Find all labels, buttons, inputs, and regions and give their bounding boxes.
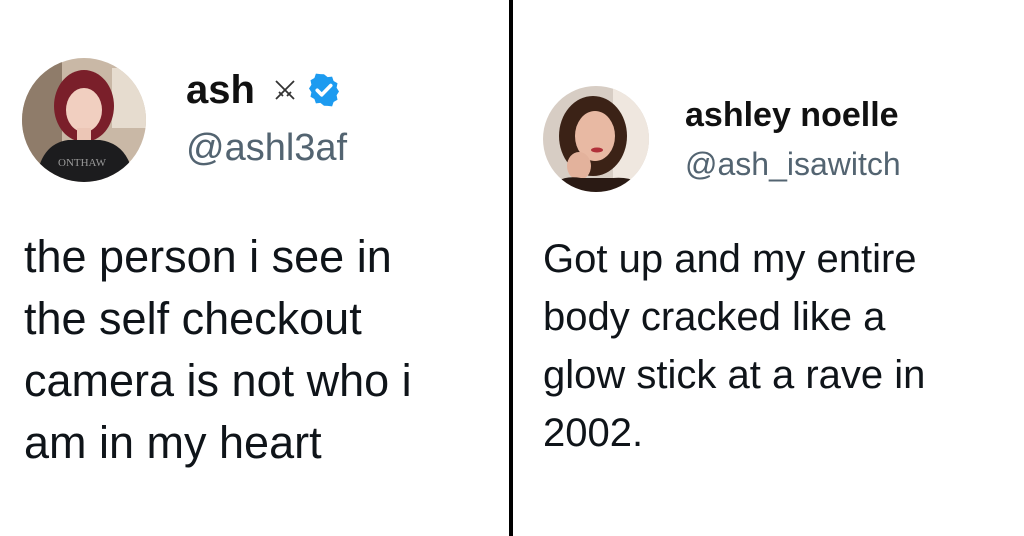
crossed-swords-icon — [275, 80, 295, 100]
tweet-text-line: Got up and my entire — [543, 237, 917, 281]
tweet-card-right: ashley noelle @ash_isawitch Got up and m… — [513, 0, 1024, 536]
avatar-photo-ash: ONTHAW — [22, 58, 146, 182]
meme-canvas: ONTHAW ash @ashl3af the person i see in … — [0, 0, 1024, 536]
verified-badge-icon — [309, 73, 339, 107]
handle[interactable]: @ashl3af — [186, 126, 347, 170]
avatar[interactable]: ONTHAW — [22, 58, 146, 182]
tweet-text-line: the person i see in — [24, 231, 392, 282]
tweet-text-line: camera is not who i — [24, 355, 412, 406]
tweet-text: Got up and my entire body cracked like a… — [543, 230, 925, 462]
avatar-photo-ashley — [543, 86, 649, 192]
name-badges — [272, 68, 342, 112]
tweet-card-left: ONTHAW ash @ashl3af the person i see in … — [0, 0, 509, 536]
tweet-text-line: 2002. — [543, 411, 644, 455]
handle[interactable]: @ash_isawitch — [685, 144, 901, 184]
avatar[interactable] — [543, 86, 649, 192]
svg-text:ONTHAW: ONTHAW — [58, 157, 107, 169]
display-name[interactable]: ash — [186, 66, 255, 114]
tweet-text: the person i see in the self checkout ca… — [24, 226, 412, 474]
display-name[interactable]: ashley noelle — [685, 94, 899, 136]
tweet-text-line: the self checkout — [24, 293, 362, 344]
tweet-text-line: am in my heart — [24, 417, 322, 468]
tweet-text-line: body cracked like a — [543, 295, 886, 339]
tweet-text-line: glow stick at a rave in — [543, 353, 926, 397]
